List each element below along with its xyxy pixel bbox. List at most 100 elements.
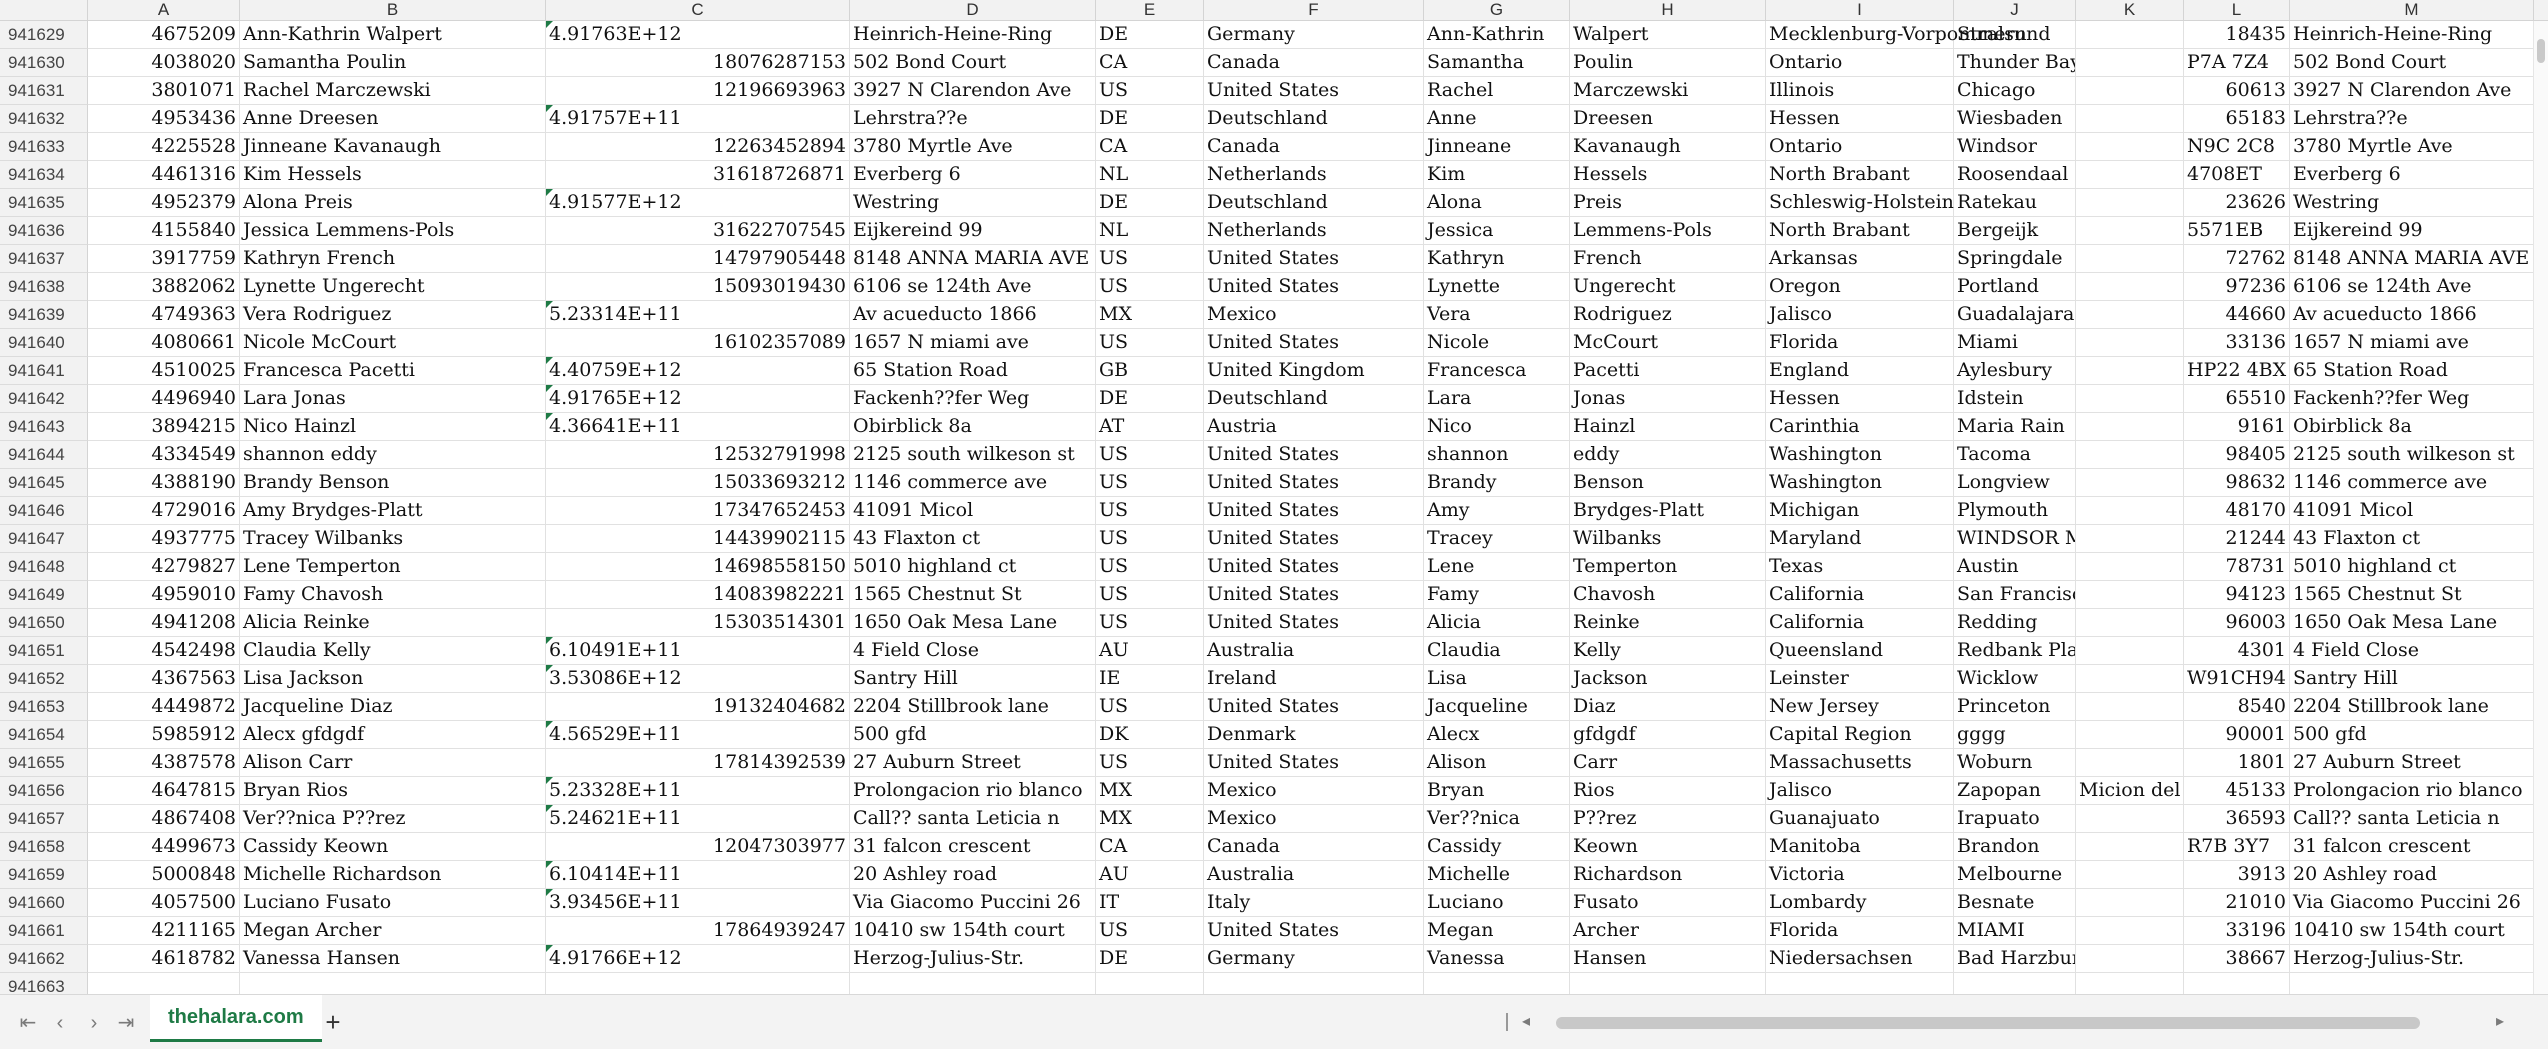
cell-i[interactable]: Maryland — [1766, 525, 1954, 553]
cell-f[interactable]: United States — [1204, 693, 1424, 721]
cell-l[interactable]: 78731 — [2184, 553, 2290, 581]
column-header-b[interactable]: B — [240, 0, 546, 20]
cell-k[interactable] — [2076, 413, 2184, 441]
cell-m[interactable]: Lehrstra??e — [2290, 105, 2534, 133]
cell-a[interactable]: 4675209 — [88, 21, 240, 49]
cell-a[interactable]: 3894215 — [88, 413, 240, 441]
cell-f[interactable]: United States — [1204, 329, 1424, 357]
cell-e[interactable]: MX — [1096, 777, 1204, 805]
cell-l[interactable]: 8540 — [2184, 693, 2290, 721]
cell-g[interactable] — [1424, 973, 1570, 994]
row-header[interactable]: 941657 — [0, 805, 88, 833]
cell-i[interactable]: New Jersey — [1766, 693, 1954, 721]
cell-l[interactable]: 60613 — [2184, 77, 2290, 105]
cell-h[interactable]: Jackson — [1570, 665, 1766, 693]
cell-l[interactable]: 3913 — [2184, 861, 2290, 889]
row-header[interactable]: 941642 — [0, 385, 88, 413]
cell-j[interactable]: Roosendaal — [1954, 161, 2076, 189]
cell-h[interactable]: Fusato — [1570, 889, 1766, 917]
cell-m[interactable]: Via Giacomo Puccini 26 — [2290, 889, 2534, 917]
row-header[interactable]: 941651 — [0, 637, 88, 665]
cell-h[interactable]: Marczewski — [1570, 77, 1766, 105]
cell-l[interactable]: 4708ET — [2184, 161, 2290, 189]
cell-e[interactable]: US — [1096, 609, 1204, 637]
cell-m[interactable]: 43 Flaxton ct — [2290, 525, 2534, 553]
cell-h[interactable]: Rios — [1570, 777, 1766, 805]
cell-g[interactable]: Bryan — [1424, 777, 1570, 805]
cell-m[interactable]: 31 falcon crescent — [2290, 833, 2534, 861]
cell-i[interactable]: California — [1766, 609, 1954, 637]
cell-i[interactable]: Oregon — [1766, 273, 1954, 301]
cell-a[interactable]: 4941208 — [88, 609, 240, 637]
cell-f[interactable]: Austria — [1204, 413, 1424, 441]
cell-c[interactable]: 4.56529E+11 — [546, 721, 850, 749]
cell-a[interactable]: 4618782 — [88, 945, 240, 973]
row-header[interactable]: 941630 — [0, 49, 88, 77]
cell-l[interactable]: W91CH94 — [2184, 665, 2290, 693]
cell-c[interactable]: 4.36641E+11 — [546, 413, 850, 441]
cell-l[interactable]: 33196 — [2184, 917, 2290, 945]
scrollbar-splitter[interactable] — [1506, 1013, 1508, 1031]
row-header[interactable]: 941662 — [0, 945, 88, 973]
cell-d[interactable]: Obirblick 8a — [850, 413, 1096, 441]
cell-i[interactable]: Manitoba — [1766, 833, 1954, 861]
cell-d[interactable]: 1146 commerce ave — [850, 469, 1096, 497]
cell-e[interactable]: GB — [1096, 357, 1204, 385]
cell-k[interactable] — [2076, 637, 2184, 665]
cell-l[interactable]: 72762 — [2184, 245, 2290, 273]
cell-b[interactable]: Vera Rodriguez — [240, 301, 546, 329]
cell-h[interactable]: Kavanaugh — [1570, 133, 1766, 161]
cell-i[interactable]: Queensland — [1766, 637, 1954, 665]
cell-h[interactable]: Chavosh — [1570, 581, 1766, 609]
cell-h[interactable]: Temperton — [1570, 553, 1766, 581]
row-header[interactable]: 941631 — [0, 77, 88, 105]
cell-f[interactable]: United States — [1204, 581, 1424, 609]
cell-l[interactable]: 65510 — [2184, 385, 2290, 413]
cell-k[interactable] — [2076, 973, 2184, 994]
cell-j[interactable]: Springdale — [1954, 245, 2076, 273]
cell-j[interactable]: San Francisco — [1954, 581, 2076, 609]
cell-c[interactable]: 6.10491E+11 — [546, 637, 850, 665]
cell-m[interactable]: 20 Ashley road — [2290, 861, 2534, 889]
cell-i[interactable]: England — [1766, 357, 1954, 385]
cell-j[interactable]: Woburn — [1954, 749, 2076, 777]
cell-f[interactable]: United States — [1204, 917, 1424, 945]
cell-f[interactable]: Australia — [1204, 861, 1424, 889]
cell-g[interactable]: Lynette — [1424, 273, 1570, 301]
row-header[interactable]: 941656 — [0, 777, 88, 805]
row-header[interactable]: 941645 — [0, 469, 88, 497]
cell-m[interactable]: 8148 ANNA MARIA AVE — [2290, 245, 2534, 273]
cell-l[interactable]: 90001 — [2184, 721, 2290, 749]
cell-l[interactable]: 21010 — [2184, 889, 2290, 917]
cell-c[interactable]: 4.91577E+12 — [546, 189, 850, 217]
cell-j[interactable]: Aylesbury — [1954, 357, 2076, 385]
horizontal-scroll-thumb[interactable] — [1556, 1017, 2420, 1029]
cell-m[interactable]: 5010 highland ct — [2290, 553, 2534, 581]
cell-j[interactable] — [1954, 973, 2076, 994]
cell-e[interactable]: MX — [1096, 301, 1204, 329]
cell-j[interactable]: Guadalajara — [1954, 301, 2076, 329]
cell-g[interactable]: Ver??nica — [1424, 805, 1570, 833]
cell-f[interactable]: United States — [1204, 441, 1424, 469]
cell-k[interactable] — [2076, 273, 2184, 301]
cell-c[interactable]: 4.91763E+12 — [546, 21, 850, 49]
cell-d[interactable]: 43 Flaxton ct — [850, 525, 1096, 553]
cell-j[interactable]: Princeton — [1954, 693, 2076, 721]
cell-d[interactable]: 5010 highland ct — [850, 553, 1096, 581]
cell-a[interactable]: 4749363 — [88, 301, 240, 329]
cell-h[interactable]: Richardson — [1570, 861, 1766, 889]
cell-d[interactable]: 1650 Oak Mesa Lane — [850, 609, 1096, 637]
cell-a[interactable]: 4211165 — [88, 917, 240, 945]
cell-e[interactable]: US — [1096, 749, 1204, 777]
cell-e[interactable]: DE — [1096, 189, 1204, 217]
cell-k[interactable] — [2076, 553, 2184, 581]
cell-a[interactable]: 3882062 — [88, 273, 240, 301]
cell-j[interactable]: Redding — [1954, 609, 2076, 637]
cell-k[interactable] — [2076, 581, 2184, 609]
cell-j[interactable]: Miami — [1954, 329, 2076, 357]
cell-e[interactable]: AU — [1096, 637, 1204, 665]
cell-b[interactable]: Cassidy Keown — [240, 833, 546, 861]
cell-e[interactable]: DK — [1096, 721, 1204, 749]
cell-f[interactable]: United States — [1204, 245, 1424, 273]
cell-m[interactable]: Santry Hill — [2290, 665, 2534, 693]
